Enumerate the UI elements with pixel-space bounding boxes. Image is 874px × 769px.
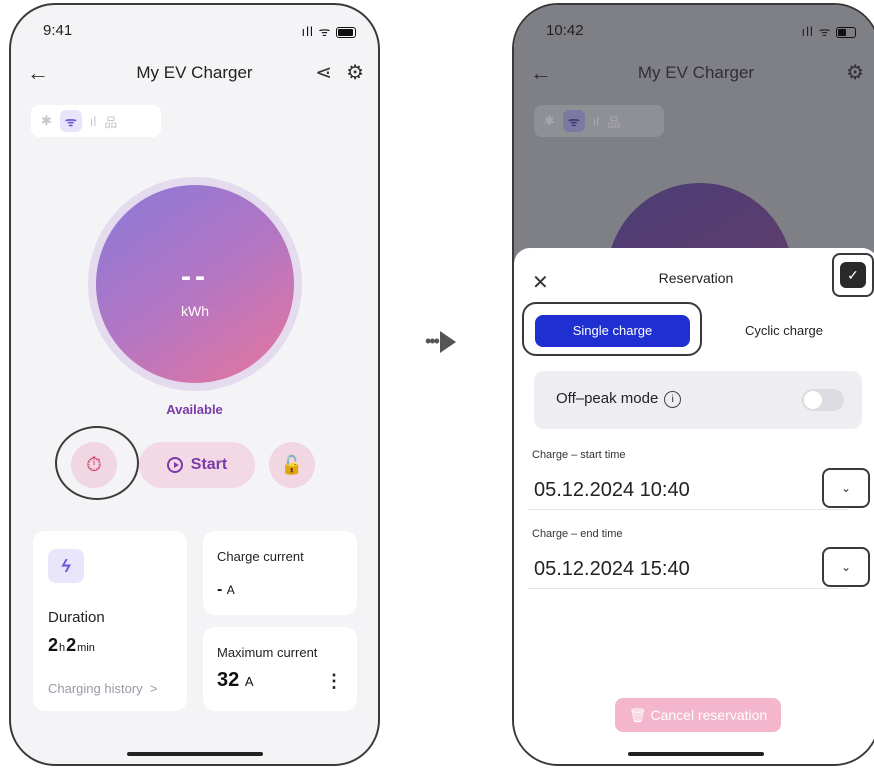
status-icons: ıll ᯤ (801, 22, 856, 40)
signal-wifi-icon: ıll ᯤ (301, 24, 332, 39)
max-current-card: Maximum current 32 A ⋮ (203, 627, 357, 711)
gear-icon[interactable]: ⚙ (346, 57, 364, 89)
offpeak-text: Off–peak mode (556, 390, 659, 407)
confirm-button[interactable]: ✓ (840, 262, 866, 288)
check-icon: ✓ (847, 267, 859, 283)
duration-minutes: 2 (66, 635, 77, 655)
offpeak-toggle[interactable] (802, 389, 844, 411)
ethernet-icon: 品 (607, 114, 621, 130)
end-time-dropdown[interactable]: ⌄ (822, 547, 870, 587)
trash-icon: 🗑 (628, 707, 647, 723)
end-time-field[interactable]: 05.12.2024 15:40 (528, 549, 848, 589)
connectivity-selector: ✱ ᯤ ıl 品 (534, 105, 664, 137)
more-menu-icon[interactable]: ⋮ (325, 671, 343, 692)
energy-circle: -- kWh (96, 185, 294, 383)
tab-single-charge[interactable]: Single charge (535, 315, 690, 347)
play-icon (166, 457, 183, 473)
charge-current-card: Charge current - A (203, 531, 357, 615)
connectivity-selector: ✱ ᯤ ıl 品 (31, 105, 161, 137)
cancel-reservation-button[interactable]: 🗑 Cancel reservation (615, 698, 781, 732)
start-time-dropdown[interactable]: ⌄ (822, 468, 870, 508)
duration-value: 2h2min (48, 635, 96, 656)
home-indicator (126, 752, 263, 756)
info-icon[interactable]: i (664, 390, 682, 408)
max-current-unit: A (244, 674, 254, 689)
gear-icon: ⚙ (846, 62, 864, 84)
bluetooth-icon[interactable]: ✱ (41, 113, 52, 129)
duration-hours: 2 (48, 635, 59, 655)
bluetooth-icon: ✱ (544, 113, 555, 128)
charger-status: Available (166, 402, 223, 417)
bolt-icon: ϟ (48, 549, 84, 583)
charge-current-unit: A (226, 583, 235, 597)
share-icon[interactable]: ⋖ (315, 57, 332, 89)
timer-button[interactable]: ⏱ (71, 442, 117, 488)
transition-arrow: ••• (425, 331, 456, 354)
unlock-button[interactable]: 🔓 (269, 442, 315, 488)
start-label: Start (190, 456, 228, 473)
cellular-icon: ıl (592, 113, 600, 129)
max-current-value: 32 A (217, 669, 253, 692)
home-indicator (628, 752, 764, 756)
tab-cyclic-charge[interactable]: Cyclic charge (704, 315, 864, 347)
duration-hours-unit: h (59, 642, 66, 654)
sheet-title: Reservation (658, 270, 734, 286)
battery-icon (836, 27, 856, 39)
arrow-dots: ••• (425, 331, 440, 351)
start-button[interactable]: Start (139, 442, 255, 488)
chevron-down-icon: ⌄ (840, 560, 852, 574)
ethernet-icon[interactable]: 品 (104, 112, 117, 131)
cancel-reservation-label: Cancel reservation (650, 707, 768, 723)
charging-history-link[interactable]: Charging history > (48, 681, 157, 696)
offpeak-row: Off–peak mode i (534, 371, 862, 429)
start-time-label: Charge – start time (532, 449, 626, 461)
status-bar: 9:41 ıll ᯤ (11, 5, 378, 49)
chevron-right-icon: > (149, 681, 158, 696)
duration-label: Duration (48, 609, 105, 626)
charge-current-number: - (217, 581, 223, 598)
header: ← My EV Charger ⋖ ⚙ (11, 57, 378, 89)
signal-wifi-icon: ıll ᯤ (801, 24, 832, 39)
status-time: 9:41 (43, 22, 73, 39)
max-current-number: 32 (217, 669, 240, 691)
phone-screen-reservation: 10:42 ıll ᯤ ← My EV Charger ⚙ ✱ ᯤ ıl 品 ✕… (512, 3, 874, 766)
battery-icon (336, 27, 356, 39)
unlock-icon: 🔓 (280, 455, 304, 475)
header: ← My EV Charger ⚙ (514, 57, 874, 89)
wifi-icon: ᯤ (562, 110, 585, 132)
energy-unit: kWh (181, 303, 209, 319)
reservation-sheet: ✕ Reservation ✓ Single charge Cyclic cha… (514, 248, 874, 764)
duration-minutes-unit: min (77, 642, 95, 654)
energy-value: -- (181, 260, 209, 293)
status-icons: ıll ᯤ (301, 22, 356, 40)
charging-history-label: Charging history (48, 681, 143, 696)
duration-card: ϟ Duration 2h2min Charging history > (33, 531, 187, 711)
confirm-highlight: ✓ (832, 253, 874, 297)
page-title: My EV Charger (637, 63, 755, 82)
cellular-icon[interactable]: ıl (90, 114, 97, 129)
offpeak-label: Off–peak mode i (556, 390, 682, 408)
arrow-head-icon (439, 331, 456, 354)
phone-screen-charger: 9:41 ıll ᯤ ← My EV Charger ⋖ ⚙ ✱ ᯤ ıl 品 … (9, 3, 380, 766)
status-bar: 10:42 ıll ᯤ (514, 5, 874, 49)
chevron-down-icon: ⌄ (840, 481, 852, 495)
charge-current-label: Charge current (217, 549, 304, 564)
wifi-icon[interactable]: ᯤ (59, 110, 82, 132)
start-time-field[interactable]: 05.12.2024 10:40 (528, 470, 848, 510)
timer-icon: ⏱ (86, 454, 102, 476)
status-time: 10:42 (546, 22, 584, 39)
max-current-label: Maximum current (217, 645, 318, 660)
energy-gauge: -- kWh (88, 177, 302, 391)
charge-current-value: - A (217, 581, 235, 599)
end-time-label: Charge – end time (532, 528, 623, 540)
